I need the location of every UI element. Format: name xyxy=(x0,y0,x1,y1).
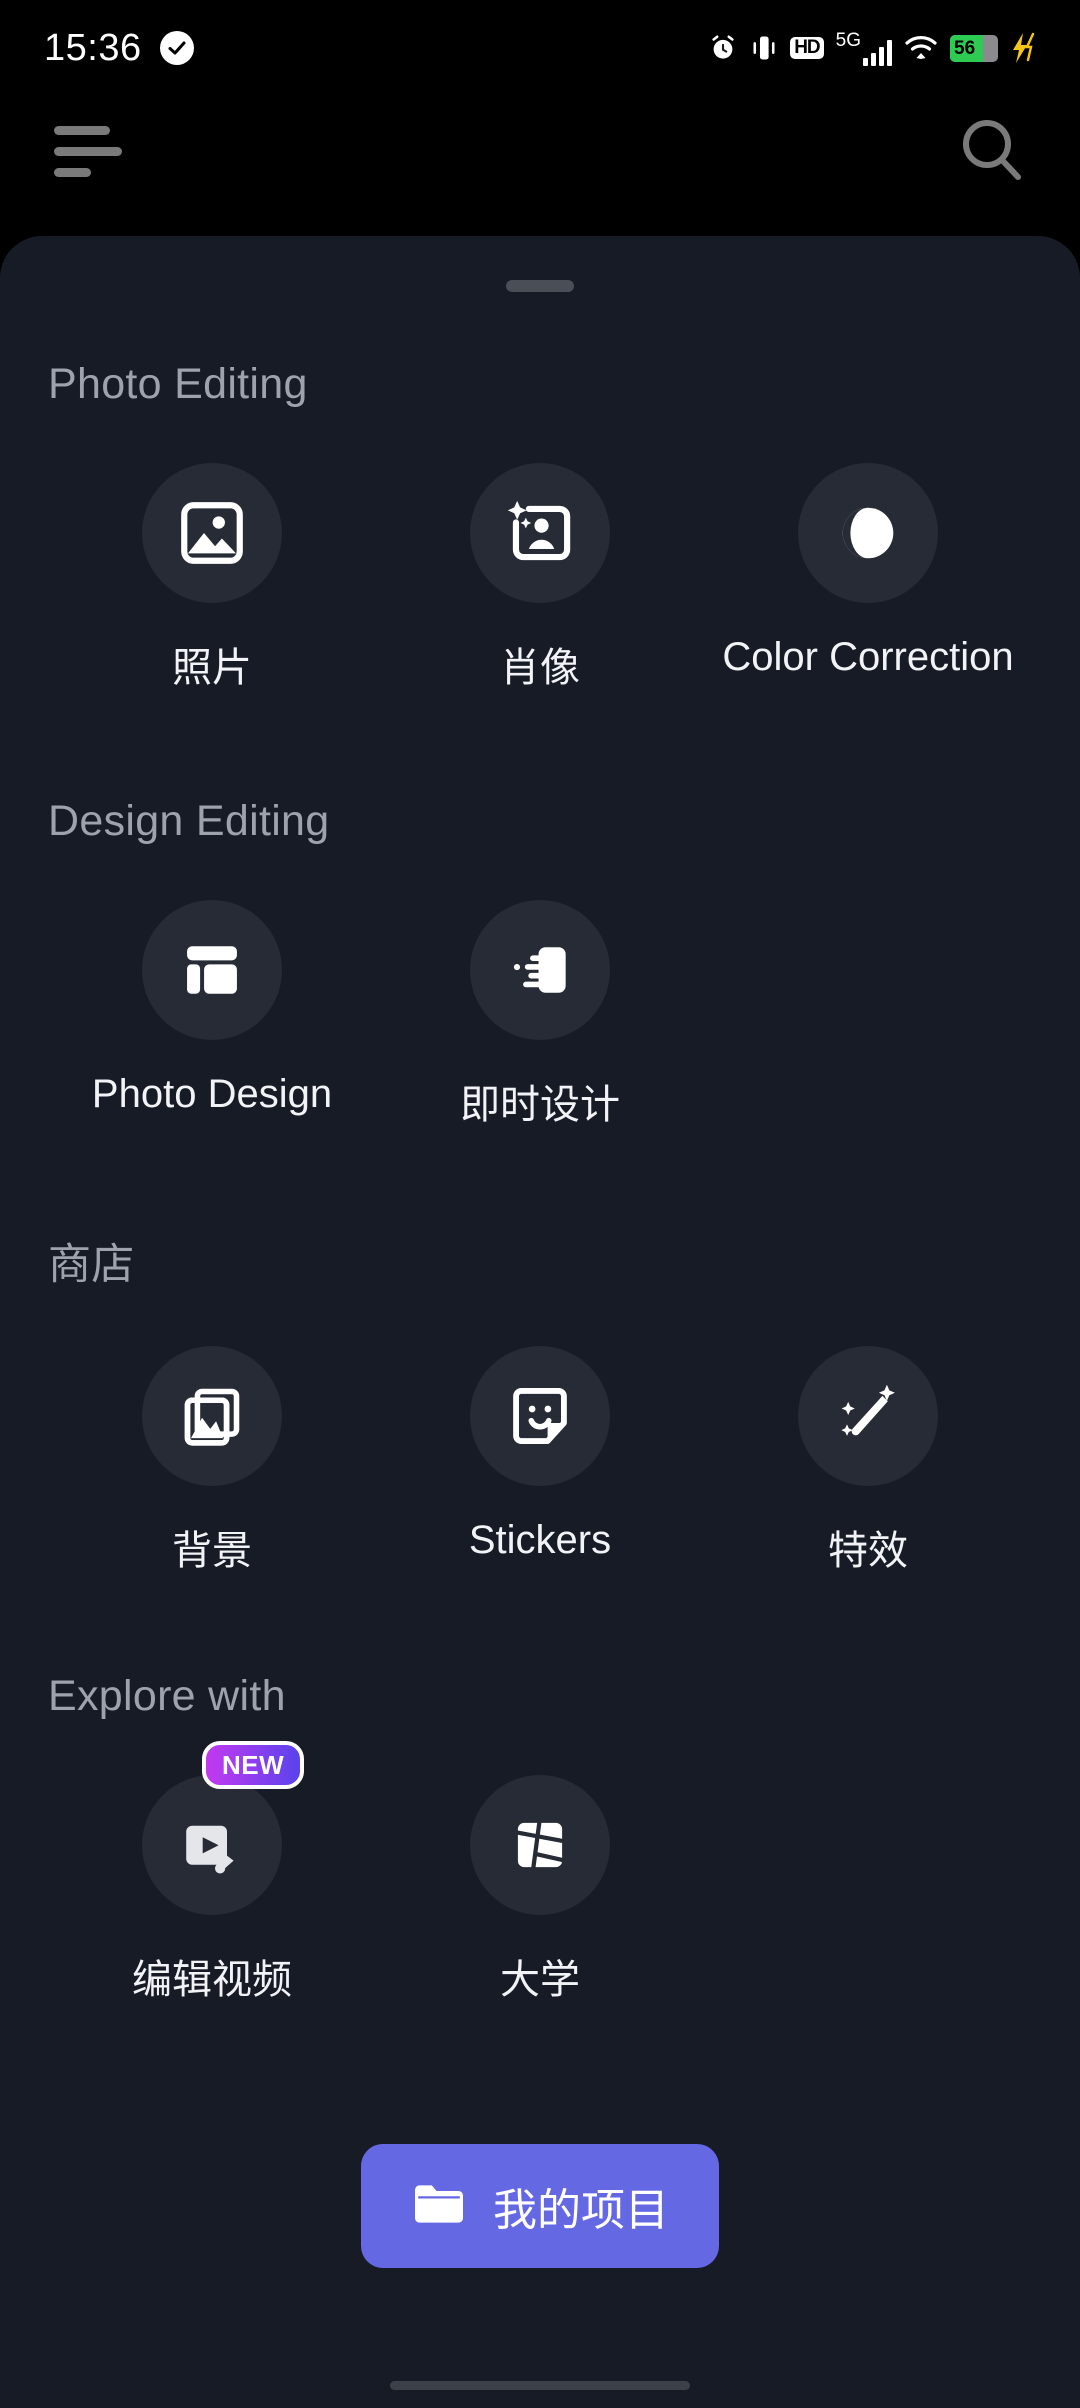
battery-indicator: 56 xyxy=(950,34,998,62)
stacked-photos-icon xyxy=(142,1346,282,1486)
phone-screen: 15:36 HD 5G 56 Photo Editing 照片 肖像 Color… xyxy=(0,0,1080,2408)
tool-label: 编辑视频 xyxy=(132,1958,292,2002)
section-grid: 背景 Stickers 特效 xyxy=(48,1346,1032,1576)
tool-item-background[interactable]: 背景 xyxy=(48,1346,376,1576)
tool-item-stickers[interactable]: Stickers xyxy=(376,1346,704,1563)
section-grid: Photo Design 即时设计 xyxy=(48,900,1032,1130)
tool-label: 肖像 xyxy=(500,646,580,690)
top-navigation-bar xyxy=(0,96,1080,206)
section-store: 商店 背景 Stickers 特效 xyxy=(0,1130,1080,1576)
video-edit-icon: NEW xyxy=(142,1741,305,1915)
signal-bars-icon xyxy=(863,39,892,66)
tool-label: 特效 xyxy=(828,1529,908,1573)
my-projects-button[interactable]: 我的项目 xyxy=(361,2144,719,2268)
tool-item-portrait[interactable]: 肖像 xyxy=(376,463,704,693)
tool-item-color-correction[interactable]: Color Correction xyxy=(704,463,1032,680)
tool-label: Color Correction xyxy=(722,635,1014,679)
status-clock: 15:36 xyxy=(44,26,142,69)
network-label: 5G xyxy=(835,29,861,51)
section-title: Photo Editing xyxy=(48,360,308,408)
tool-label: 照片 xyxy=(172,646,252,690)
tool-label: 即时设计 xyxy=(460,1083,620,1127)
check-circle-icon xyxy=(159,31,194,65)
bottom-sheet-panel: Photo Editing 照片 肖像 Color Correction Des… xyxy=(0,236,1080,2408)
drag-handle[interactable] xyxy=(506,280,574,292)
portrait-sparkle-icon xyxy=(470,463,610,603)
folder-icon xyxy=(411,2179,467,2234)
charging-bolt-icon xyxy=(1010,32,1036,64)
tool-item-effects[interactable]: 特效 xyxy=(704,1346,1032,1576)
section-title: Design Editing xyxy=(48,797,330,845)
tool-item-photo-design[interactable]: Photo Design xyxy=(48,900,376,1117)
vibrate-icon xyxy=(750,33,778,63)
status-bar: 15:36 HD 5G 56 xyxy=(0,0,1080,96)
menu-line-2 xyxy=(54,147,122,156)
alarm-icon xyxy=(708,33,738,63)
collage-segments-icon xyxy=(470,1775,610,1915)
menu-line-3 xyxy=(54,168,91,177)
status-bar-right: HD 5G 56 xyxy=(708,31,1036,66)
tool-label: Stickers xyxy=(468,1518,612,1562)
network-5g-icon: 5G xyxy=(836,31,892,66)
tool-label: 背景 xyxy=(172,1529,252,1573)
home-indicator xyxy=(390,2381,690,2390)
tool-label: Photo Design xyxy=(91,1072,333,1116)
menu-line-1 xyxy=(54,126,110,135)
section-design-editing: Design Editing Photo Design 即时设计 xyxy=(0,693,1080,1130)
battery-percent: 56 xyxy=(954,37,976,59)
image-landscape-icon xyxy=(142,463,282,603)
section-grid: NEW 编辑视频 大学 xyxy=(48,1741,1032,2005)
tool-item-university[interactable]: 大学 xyxy=(376,1775,704,2005)
tool-item-instant-design[interactable]: 即时设计 xyxy=(376,900,704,1130)
tool-label: 大学 xyxy=(500,1958,580,2002)
section-title: 商店 xyxy=(48,1241,135,1289)
instant-design-speed-icon xyxy=(470,900,610,1040)
sticker-smiley-icon xyxy=(470,1346,610,1486)
section-title: Explore with xyxy=(48,1672,286,1720)
wifi-icon xyxy=(904,34,938,62)
contrast-circle-icon xyxy=(798,463,938,603)
status-bar-left: 15:36 xyxy=(44,27,194,70)
search-icon[interactable] xyxy=(952,110,1032,190)
layout-template-icon xyxy=(142,900,282,1040)
hd-icon: HD xyxy=(790,37,824,59)
section-grid: 照片 肖像 Color Correction xyxy=(48,463,1032,693)
hamburger-menu-icon[interactable] xyxy=(54,126,122,177)
magic-wand-sparkle-icon xyxy=(798,1346,938,1486)
my-projects-label: 我的项目 xyxy=(493,2186,669,2235)
section-explore-with: Explore with NEW 编辑视频 大学 xyxy=(0,1576,1080,2005)
tool-item-photo[interactable]: 照片 xyxy=(48,463,376,693)
tool-item-edit-video[interactable]: NEW 编辑视频 xyxy=(48,1741,376,2005)
section-photo-editing: Photo Editing 照片 肖像 Color Correction xyxy=(0,236,1080,693)
new-badge: NEW xyxy=(202,1741,305,1789)
